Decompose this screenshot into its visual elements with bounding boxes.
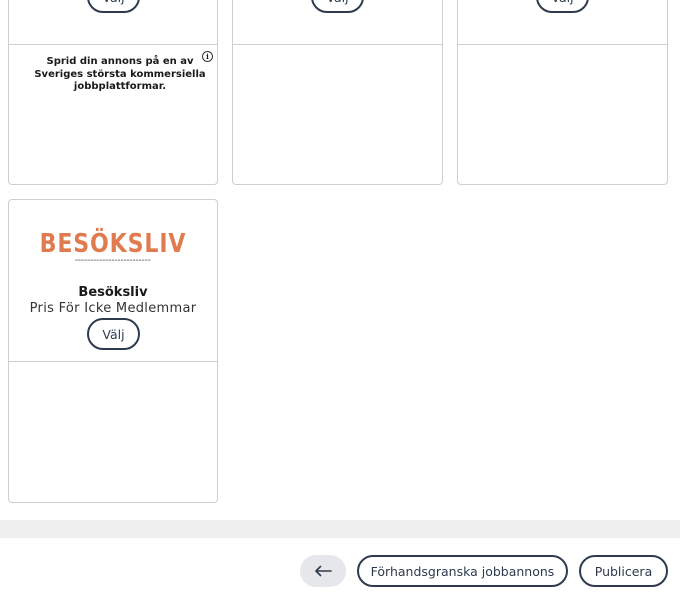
card-title: Besöksliv <box>78 285 148 300</box>
card-subtitle: Pris För Icke Medlemmar <box>29 301 197 316</box>
product-card-besoksliv: BESÖKSLIV ▬▬▬▬▬▬▬▬▬▬▬▬▬▬▬▬▬▬▬▬▬▬▬▬▬ Besö… <box>8 199 218 503</box>
select-button[interactable]: Välj <box>87 318 140 350</box>
info-icon[interactable]: i <box>202 51 213 62</box>
footer-separator <box>0 520 680 538</box>
card-description: Sprid din annons på en av Sveriges störs… <box>34 56 206 92</box>
arrow-left-icon <box>315 565 332 577</box>
product-card-1: Välj Sprid din annons på en av Sveriges … <box>8 0 218 185</box>
product-card-3: Välj <box>457 0 668 185</box>
card-divider <box>458 44 667 45</box>
preview-job-ad-button[interactable]: Förhandsgranska jobbannons <box>357 555 568 587</box>
select-button[interactable]: Välj <box>311 0 364 13</box>
publish-button[interactable]: Publicera <box>579 555 668 587</box>
card-divider <box>9 361 217 362</box>
back-button[interactable] <box>300 555 346 587</box>
select-button[interactable]: Välj <box>536 0 589 13</box>
product-card-2: Välj <box>232 0 443 185</box>
card-divider <box>233 44 442 45</box>
select-button[interactable]: Välj <box>87 0 140 13</box>
card-divider <box>9 44 217 45</box>
besoksliv-logo: BESÖKSLIV ▬▬▬▬▬▬▬▬▬▬▬▬▬▬▬▬▬▬▬▬▬▬▬▬▬ <box>9 230 217 262</box>
logo-text: BESÖKSLIV <box>39 229 187 259</box>
